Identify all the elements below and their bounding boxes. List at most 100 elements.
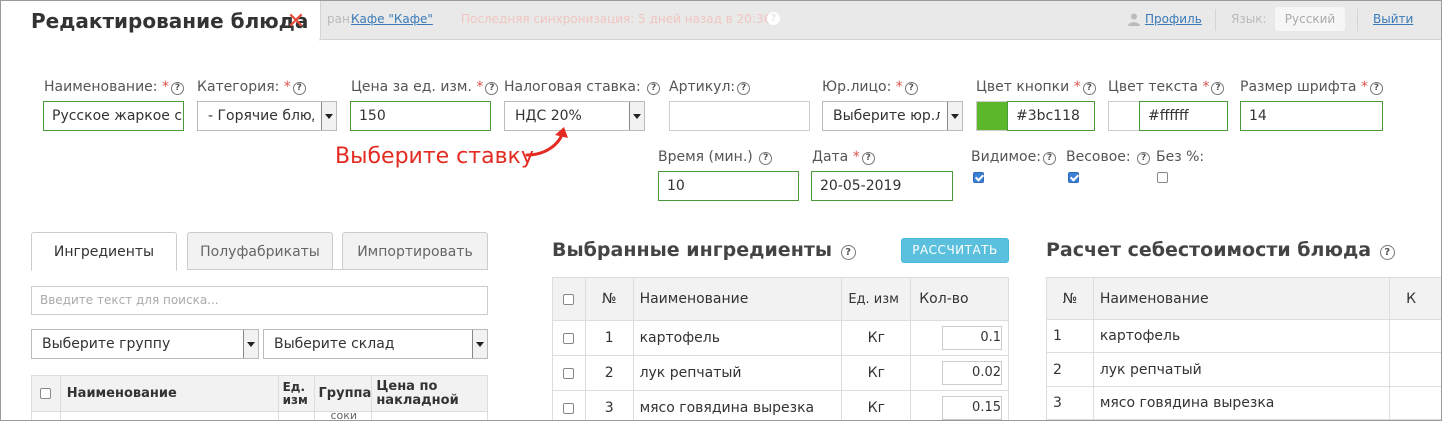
- visible-label: Видимое:?: [971, 149, 1056, 165]
- col-name: Наименование: [632, 277, 843, 321]
- row-unit: Кг: [841, 355, 912, 391]
- select-all-checkbox[interactable]: [552, 277, 586, 321]
- no-percent-label: Без %:: [1156, 149, 1205, 165]
- text-color-input[interactable]: #ffffff: [1139, 101, 1228, 131]
- row-unit: Кг: [841, 390, 912, 420]
- help-icon: ?: [1379, 245, 1395, 260]
- tax-label: Налоговая ставка: ?: [504, 79, 661, 95]
- restaurant-link[interactable]: Кафе "Кафе": [351, 12, 433, 26]
- user-icon: [1128, 13, 1140, 26]
- help-icon: ?: [1042, 152, 1056, 165]
- time-input[interactable]: 10: [658, 171, 799, 201]
- table-row: 1 картофель Кг 0.1: [552, 320, 1009, 356]
- close-icon[interactable]: ✕: [284, 10, 308, 34]
- col-group[interactable]: Группа: [313, 375, 373, 412]
- row-number: 3: [584, 390, 634, 420]
- help-icon: ?: [840, 245, 856, 260]
- date-input[interactable]: 20-05-2019: [811, 171, 953, 201]
- selected-ingredients-table: № Наименование Ед. изм Кол-во 1 картофел…: [552, 277, 1009, 420]
- table-cell: соки: [313, 411, 373, 420]
- col-price[interactable]: Цена по накладной: [371, 375, 488, 412]
- logout-link[interactable]: Выйти: [1373, 12, 1413, 26]
- chevron-down-icon: [243, 330, 258, 358]
- help-icon: ?: [1369, 82, 1383, 95]
- col-partial: К: [1389, 277, 1441, 320]
- col-unit[interactable]: Ед. изм: [277, 375, 315, 412]
- page-title: Редактирование блюда: [31, 9, 309, 33]
- text-color-label: Цвет текста *?: [1108, 79, 1225, 95]
- tab-ingredients[interactable]: Ингредиенты: [31, 232, 177, 271]
- table-row: 1 картофель: [1046, 319, 1441, 353]
- table-row: 3 мясо говядина вырезка Кг 0.15: [552, 390, 1009, 420]
- profile-link[interactable]: Профиль: [1145, 12, 1202, 26]
- row-unit: Кг: [841, 320, 912, 356]
- row-number: 3: [1046, 386, 1094, 420]
- tab-semi-products[interactable]: Полуфабрикаты: [187, 232, 333, 270]
- row-name: мясо говядина вырезка: [1092, 386, 1391, 420]
- button-color-input[interactable]: #3bc118: [1007, 101, 1095, 131]
- time-label: Время (мин.) ?: [658, 149, 773, 165]
- help-icon: ?: [647, 82, 661, 95]
- col-unit: Ед. изм: [841, 277, 912, 321]
- row-name: мясо говядина вырезка: [632, 390, 843, 420]
- col-name[interactable]: Наименование: [59, 375, 279, 412]
- text-color-swatch[interactable]: [1108, 101, 1140, 131]
- sync-status: Последняя синхронизация: 5 дней назад в …: [461, 12, 772, 26]
- qty-input[interactable]: 0.15: [942, 396, 1002, 420]
- category-select[interactable]: - Горячие блюда: [197, 101, 337, 131]
- help-icon: ?: [292, 82, 306, 95]
- name-label: Наименование: *?: [44, 79, 184, 95]
- article-input[interactable]: [669, 101, 810, 131]
- help-icon: ?: [170, 82, 184, 95]
- title-tab: Редактирование блюда ✕: [1, 1, 321, 41]
- legal-entity-select[interactable]: Выберите юр.лицо: [822, 101, 963, 131]
- no-percent-checkbox[interactable]: [1157, 172, 1168, 183]
- col-number: №: [584, 277, 634, 321]
- help-icon: ?: [904, 82, 918, 95]
- select-all-checkbox[interactable]: [31, 375, 61, 412]
- ingredient-search-input[interactable]: Введите текст для поиска...: [31, 286, 488, 315]
- divider: [1215, 9, 1216, 31]
- row-checkbox[interactable]: [552, 390, 586, 420]
- ingredients-table: Наименование Ед. изм Группа Цена по накл…: [31, 375, 488, 420]
- col-name: Наименование: [1092, 277, 1391, 320]
- weight-checkbox[interactable]: [1068, 172, 1079, 183]
- help-icon: ?: [1082, 82, 1096, 95]
- warehouse-select[interactable]: Выберите склад: [263, 329, 488, 359]
- cost-title: Расчет себестоимости блюда ?: [1046, 239, 1395, 261]
- row-checkbox[interactable]: [552, 320, 586, 356]
- cost-table: № Наименование К 1 картофель 2 лук репча…: [1046, 277, 1441, 420]
- help-icon: ?: [737, 82, 751, 95]
- row-name: картофель: [1092, 319, 1391, 353]
- chevron-down-icon: [629, 102, 644, 130]
- calculate-button[interactable]: РАССЧИТАТЬ: [901, 238, 1009, 263]
- visible-checkbox[interactable]: [973, 172, 984, 183]
- language-label: Язык:: [1231, 12, 1267, 26]
- row-checkbox[interactable]: [552, 355, 586, 391]
- col-qty: Кол-во: [910, 277, 1009, 321]
- divider: [1357, 9, 1358, 31]
- chevron-down-icon: [472, 330, 487, 358]
- qty-input[interactable]: 0.02: [942, 361, 1002, 385]
- row-number: 1: [584, 320, 634, 356]
- legal-entity-label: Юр.лицо: *?: [822, 79, 918, 95]
- name-input[interactable]: Русское жаркое с г: [43, 101, 184, 131]
- sync-help-icon[interactable]: ?: [767, 12, 780, 25]
- date-label: Дата *?: [812, 149, 875, 165]
- category-label: Категория: *?: [197, 79, 306, 95]
- font-size-input[interactable]: 14: [1240, 101, 1383, 131]
- selected-title: Выбранные ингредиенты ?: [552, 239, 856, 261]
- row-name: лук репчатый: [632, 355, 843, 391]
- group-select[interactable]: Выберите группу: [31, 329, 259, 359]
- language-select[interactable]: Русский: [1275, 7, 1345, 31]
- help-icon: ?: [861, 152, 875, 165]
- tab-import[interactable]: Импортировать: [342, 232, 488, 270]
- help-icon: ?: [759, 152, 773, 165]
- table-row: 3 мясо говядина вырезка: [1046, 386, 1441, 420]
- table-row: 2 лук репчатый: [1046, 352, 1441, 387]
- button-color-swatch[interactable]: [976, 101, 1008, 131]
- row-number: 1: [1046, 319, 1094, 353]
- qty-input[interactable]: 0.1: [942, 326, 1002, 350]
- price-input[interactable]: 150: [350, 101, 491, 131]
- restaurant-label: ран:: [327, 12, 354, 26]
